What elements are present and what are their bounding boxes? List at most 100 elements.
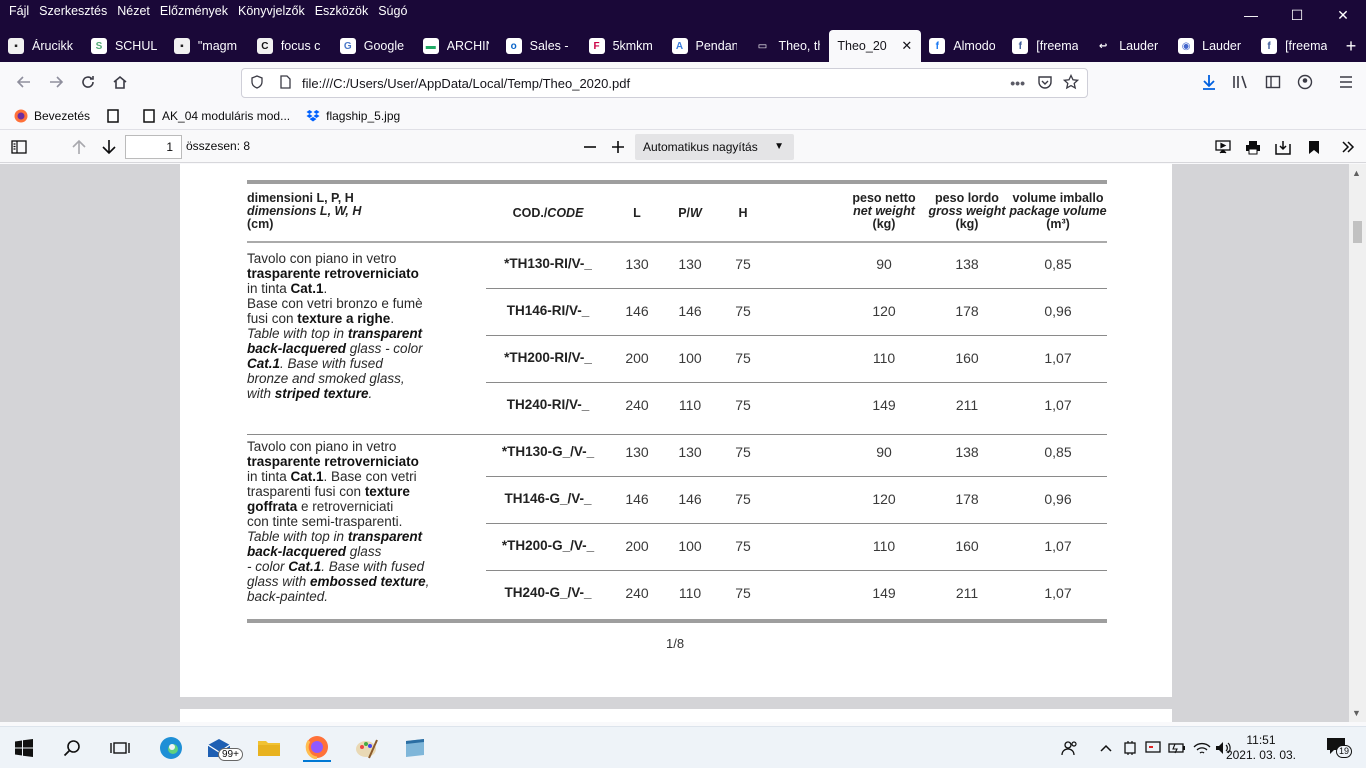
group-separator <box>247 434 1107 435</box>
start-button[interactable] <box>10 734 38 762</box>
action-center-button[interactable]: 19 <box>1326 737 1353 760</box>
address-bar[interactable]: file:///C:/Users/User/AppData/Local/Temp… <box>241 68 1088 98</box>
task-view-button[interactable] <box>106 734 134 762</box>
account-button[interactable] <box>1293 70 1317 94</box>
library-button[interactable] <box>1229 70 1253 94</box>
menu-item-3[interactable]: Előzmények <box>155 4 233 18</box>
cell-code: TH146-G_/V-_ <box>504 491 592 506</box>
system-clock[interactable]: 11:51 2021. 03. 03. <box>1226 733 1296 763</box>
menu-item-5[interactable]: Eszközök <box>310 4 374 18</box>
show-hidden-icons-button[interactable] <box>1096 734 1116 762</box>
search-button[interactable] <box>58 734 86 762</box>
tab-label: ARCHIN <box>446 39 489 53</box>
downloads-button[interactable] <box>1197 70 1221 94</box>
vertical-scrollbar[interactable]: ▲ ▼ <box>1349 164 1366 722</box>
row-separator <box>486 335 1107 336</box>
page-icon <box>143 108 155 123</box>
bookmark-ak04[interactable]: AK_04 moduláris mod... <box>142 109 290 123</box>
tools-button[interactable] <box>1337 135 1359 159</box>
zoom-out-button[interactable] <box>579 135 601 159</box>
back-button[interactable] <box>12 70 36 94</box>
row-separator <box>486 476 1107 477</box>
bookmark-star-icon[interactable] <box>1062 73 1080 93</box>
bookmark-flagship[interactable]: flagship_5.jpg <box>306 109 400 123</box>
cell-L: 240 <box>625 585 649 601</box>
tray-monitor-icon[interactable] <box>1143 734 1163 762</box>
presentation-mode-button[interactable] <box>1212 135 1234 159</box>
pdf-viewer[interactable]: dimensioni L, P, H dimensions L, W, H (c… <box>0 164 1366 722</box>
taskbar-edge[interactable] <box>157 734 185 762</box>
cell-net: 149 <box>872 397 896 413</box>
tab-1[interactable]: S SCHULL <box>83 30 166 62</box>
shield-icon[interactable] <box>250 74 264 92</box>
print-button[interactable] <box>1242 135 1264 159</box>
cell-P: 146 <box>678 491 702 507</box>
maximize-button[interactable]: ☐ <box>1274 0 1320 30</box>
navigation-bar: file:///C:/Users/User/AppData/Local/Temp… <box>0 62 1366 102</box>
tray-device-icon[interactable] <box>1120 734 1140 762</box>
scrollbar-thumb[interactable] <box>1353 221 1362 243</box>
tab-12[interactable]: f [freema <box>1004 30 1087 62</box>
previous-page-button[interactable] <box>68 135 90 159</box>
close-tab-icon[interactable]: ✕ <box>901 38 912 54</box>
tab-13[interactable]: ↩ Lauder <box>1087 30 1170 62</box>
home-button[interactable] <box>108 70 132 94</box>
taskbar-paint[interactable] <box>353 734 381 762</box>
wifi-icon[interactable] <box>1191 734 1213 762</box>
next-page-button[interactable] <box>98 135 120 159</box>
scroll-down-icon[interactable]: ▼ <box>1352 708 1361 718</box>
header-dimensions: dimensioni L, P, H dimensions L, W, H (c… <box>247 192 477 231</box>
page-info-icon[interactable] <box>278 74 292 92</box>
scroll-up-icon[interactable]: ▲ <box>1352 168 1361 178</box>
tab-8[interactable]: A Pendan <box>664 30 747 62</box>
close-window-button[interactable]: ✕ <box>1320 0 1366 30</box>
battery-icon[interactable] <box>1166 734 1188 762</box>
save-icon <box>1275 140 1291 155</box>
tab-0[interactable]: ▪ Árucikk <box>0 30 83 62</box>
zoom-in-button[interactable] <box>607 135 629 159</box>
tab-2[interactable]: ▪ "magm <box>166 30 249 62</box>
sidebars-button[interactable] <box>1261 70 1285 94</box>
menu-item-0[interactable]: Fájl <box>4 4 34 18</box>
tab-active[interactable]: Theo_20 ✕ <box>829 30 922 62</box>
row-separator <box>486 382 1107 383</box>
forward-button[interactable] <box>44 70 68 94</box>
cell-H: 75 <box>735 444 751 460</box>
taskbar-file-explorer[interactable] <box>255 734 283 762</box>
reload-button[interactable] <box>76 70 100 94</box>
header-gross-weight: peso lordo gross weight (kg) <box>928 191 1006 231</box>
tab-15[interactable]: f [freema <box>1253 30 1336 62</box>
double-chevron-right-icon <box>1342 141 1355 153</box>
app-menu-button[interactable] <box>1334 70 1358 94</box>
zoom-select[interactable]: Automatikus nagyítás ▼ <box>635 134 794 160</box>
tab-11[interactable]: f Almodo <box>921 30 1004 62</box>
tab-9[interactable]: ▭ Theo, th <box>746 30 829 62</box>
bookmark-item[interactable] <box>106 108 126 123</box>
menu-item-4[interactable]: Könyvjelzők <box>233 4 310 18</box>
menu-item-6[interactable]: Súgó <box>373 4 412 18</box>
url-text[interactable]: file:///C:/Users/User/AppData/Local/Temp… <box>302 76 630 91</box>
tab-7[interactable]: F 5kmkm <box>581 30 664 62</box>
menu-item-2[interactable]: Nézet <box>112 4 155 18</box>
new-tab-button[interactable]: + <box>1336 30 1366 62</box>
tab-6[interactable]: o Sales - <box>498 30 581 62</box>
taskbar-app[interactable] <box>401 734 429 762</box>
cell-H: 75 <box>735 303 751 319</box>
cell-gross: 160 <box>955 538 979 554</box>
people-button[interactable] <box>1058 734 1082 762</box>
tab-5[interactable]: ▬ ARCHIN <box>415 30 498 62</box>
taskbar-firefox[interactable] <box>303 734 331 762</box>
save-button[interactable] <box>1272 135 1294 159</box>
minimize-button[interactable]: — <box>1228 0 1274 30</box>
tab-14[interactable]: ◉ Lauder <box>1170 30 1253 62</box>
tab-3[interactable]: Cfocus c <box>249 30 332 62</box>
page-actions-button[interactable]: ••• <box>1010 75 1025 91</box>
tab-4[interactable]: G Google <box>332 30 415 62</box>
bookmark-bevezetes[interactable]: Bevezetés <box>14 109 90 123</box>
page-number-input[interactable]: 1 <box>125 135 182 159</box>
menu-item-1[interactable]: Szerkesztés <box>34 4 112 18</box>
bookmark-view-button[interactable] <box>1303 135 1325 159</box>
pocket-icon[interactable] <box>1037 74 1053 93</box>
tab-favicon-icon: ▭ <box>754 38 771 54</box>
toggle-sidebar-button[interactable] <box>8 135 30 159</box>
